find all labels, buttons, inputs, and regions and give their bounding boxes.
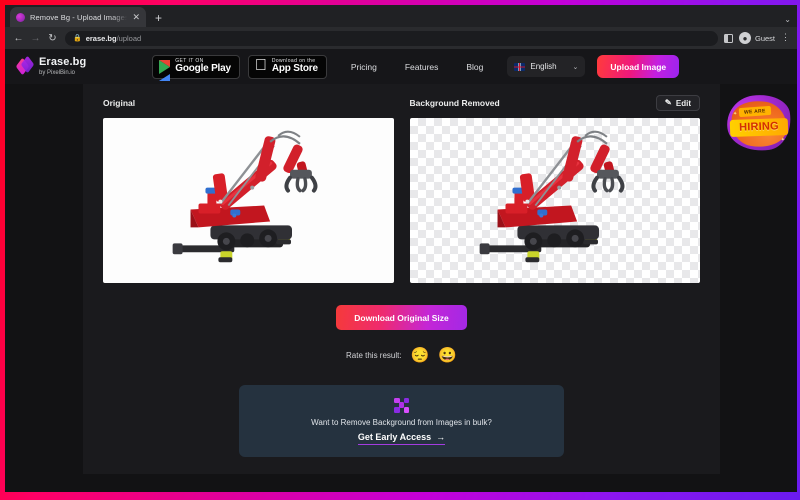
browser-tab-strip: Remove Bg - Upload Images t ✕ + ⌄ — [5, 5, 797, 27]
close-icon[interactable]: ✕ — [132, 12, 140, 22]
brand-subtitle: by PixelBin.io — [39, 70, 76, 76]
back-button[interactable]: ← — [10, 30, 27, 47]
profile-label: Guest — [754, 33, 775, 43]
address-bar[interactable]: 🔒 erase.bg/upload — [65, 30, 718, 46]
main-nav: Pricing Features Blog — [351, 62, 484, 72]
uk-flag-icon — [514, 62, 526, 71]
download-original-size-button[interactable]: Download Original Size — [336, 305, 467, 330]
we-are-hiring-badge[interactable]: ✦ ✦ WE ARE HIRING — [723, 90, 795, 156]
url-domain: erase.bg — [85, 33, 117, 43]
upload-image-button[interactable]: Upload Image — [597, 55, 680, 78]
nav-item-pricing[interactable]: Pricing — [351, 62, 377, 72]
original-column: Original — [103, 94, 394, 283]
reload-button[interactable]: ↻ — [44, 30, 61, 47]
google-play-text: GET IT ON Google Play — [175, 58, 231, 75]
get-early-access-link[interactable]: Get Early Access → — [357, 431, 446, 445]
address-bar-url: erase.bg/upload — [86, 34, 141, 43]
original-image[interactable] — [103, 118, 394, 283]
app-store-text: Download on the App Store — [259, 58, 318, 75]
nav-item-features[interactable]: Features — [405, 62, 439, 72]
background-removed-image[interactable] — [409, 118, 700, 283]
nav-item-blog[interactable]: Blog — [466, 62, 483, 72]
new-tab-button[interactable]: + — [155, 12, 162, 24]
original-header: Original — [103, 94, 394, 112]
hiring-badge-line2: HIRING — [729, 117, 789, 138]
brand-text: Erase.bg by PixelBin.io — [39, 56, 87, 77]
content-panel: Original Background Removed ✎ Edit Downl… — [83, 84, 720, 474]
site-header: Erase.bg by PixelBin.io GET IT ON Google… — [5, 49, 797, 84]
removed-title: Background Removed — [409, 98, 500, 108]
rate-label: Rate this result: — [346, 351, 402, 360]
profile-button[interactable]: ● Guest — [738, 32, 775, 44]
bulk-promo-card: Want to Remove Background from Images in… — [239, 385, 564, 457]
rate-negative-button[interactable]: 😔 — [411, 348, 430, 363]
bulk-promo-text: Want to Remove Background from Images in… — [311, 417, 492, 427]
screenshot-frame: Remove Bg - Upload Images t ✕ + ⌄ ← → ↻ … — [0, 0, 800, 500]
toolbar-right-actions: ● Guest ⋮ — [723, 32, 792, 44]
google-play-label: Google Play — [175, 62, 231, 74]
browser-menu-button[interactable]: ⋮ — [781, 32, 790, 42]
pixelbin-logo-icon — [394, 397, 409, 413]
browser-tab[interactable]: Remove Bg - Upload Images t ✕ — [10, 7, 146, 27]
language-label: English — [518, 62, 556, 71]
removed-header: Background Removed ✎ Edit — [409, 94, 700, 112]
preview-row: Original Background Removed ✎ Edit — [103, 94, 700, 283]
browser-tab-title: Remove Bg - Upload Images t — [30, 12, 128, 22]
google-play-icon — [159, 59, 171, 81]
rate-positive-button[interactable]: 😀 — [438, 348, 457, 363]
sparkle-icon: ✦ — [733, 111, 738, 117]
lock-icon: 🔒 — [73, 35, 82, 42]
store-badges: GET IT ON Google Play  Download on the … — [152, 54, 327, 81]
app-store-label: App Store — [259, 62, 318, 74]
avatar: ● — [738, 32, 751, 44]
url-path: /upload — [116, 33, 142, 43]
download-row: Download Original Size — [103, 305, 700, 330]
forward-button[interactable]: → — [27, 30, 44, 47]
chevron-down-icon[interactable]: ⌄ — [784, 15, 791, 24]
edit-button-label: Edit — [675, 98, 691, 108]
get-early-access-label: Get Early Access — [357, 431, 432, 442]
browser-window: Remove Bg - Upload Images t ✕ + ⌄ ← → ↻ … — [5, 5, 797, 492]
app-store-button[interactable]:  Download on the App Store — [247, 54, 327, 79]
removed-column: Background Removed ✎ Edit — [409, 94, 700, 283]
language-selector[interactable]: English ⌄ — [507, 56, 586, 77]
google-play-button[interactable]: GET IT ON Google Play — [152, 54, 240, 81]
lego-crane-illustration-cutout — [479, 130, 624, 263]
apple-icon:  — [255, 57, 267, 74]
arrow-right-icon: → — [436, 431, 446, 442]
pencil-icon: ✎ — [664, 97, 673, 108]
side-panel-icon[interactable] — [723, 33, 733, 43]
brand-logo[interactable]: Erase.bg by PixelBin.io — [15, 55, 87, 77]
browser-toolbar: ← → ↻ 🔒 erase.bg/upload ● Guest ⋮ — [5, 27, 797, 49]
rate-result-row: Rate this result: 😔 😀 — [103, 348, 700, 363]
original-title: Original — [103, 98, 136, 108]
content-inner: Original Background Removed ✎ Edit Downl… — [83, 84, 720, 457]
edit-button[interactable]: ✎ Edit — [656, 95, 700, 111]
brand-name: Erase.bg — [39, 56, 87, 68]
sparkle-icon: ✦ — [780, 137, 785, 143]
web-page: Erase.bg by PixelBin.io GET IT ON Google… — [5, 49, 797, 492]
erasebg-favicon-icon — [16, 12, 25, 22]
chevron-down-icon: ⌄ — [573, 63, 579, 71]
lego-crane-illustration — [172, 130, 318, 263]
erasebg-logo-icon — [15, 55, 35, 76]
